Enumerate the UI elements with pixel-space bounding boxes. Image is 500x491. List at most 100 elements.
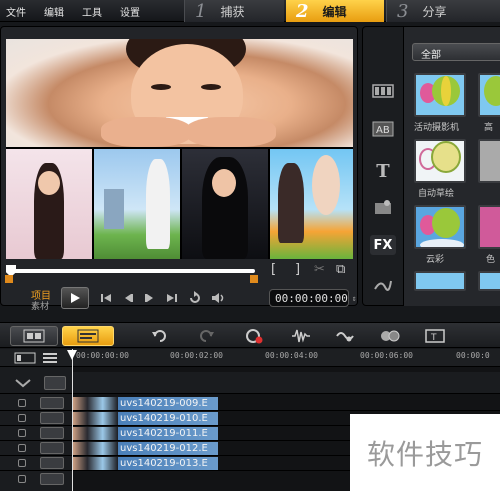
fx-item-3[interactable] xyxy=(414,139,466,183)
fx-item-2[interactable] xyxy=(478,73,500,117)
graphic-icon[interactable] xyxy=(370,197,396,217)
track-manager-icon[interactable] xyxy=(42,352,58,364)
next-frame-icon[interactable] xyxy=(141,289,159,307)
ruler-tick: 00:00:0 xyxy=(456,351,490,360)
track-visibility-icon[interactable] xyxy=(14,376,32,390)
lock-icon[interactable] xyxy=(18,459,26,467)
fx-item-4[interactable] xyxy=(478,139,500,183)
volume-icon[interactable] xyxy=(209,289,227,307)
scrub-bar[interactable] xyxy=(9,269,255,273)
title-icon[interactable]: T xyxy=(370,161,396,182)
fx-item-8[interactable] xyxy=(478,271,500,291)
timeline-clip[interactable]: uvs140219-011.E xyxy=(72,427,218,440)
lock-icon[interactable] xyxy=(18,399,26,407)
lock-icon[interactable] xyxy=(18,444,26,452)
go-to-end-icon[interactable] xyxy=(163,289,181,307)
clip-thumbnail xyxy=(72,442,118,455)
timeline-clip[interactable]: uvs140219-009.E xyxy=(72,397,218,410)
lock-icon[interactable] xyxy=(18,475,26,483)
timeline-clip[interactable]: uvs140219-010.E xyxy=(72,412,218,425)
preview-photo-2 xyxy=(94,149,180,259)
audio-mixer-icon[interactable] xyxy=(290,326,312,346)
fx-item-1[interactable] xyxy=(414,73,466,117)
redo-icon[interactable] xyxy=(198,326,216,346)
clip-name: uvs140219-011.E xyxy=(120,428,208,439)
fx-item-5[interactable] xyxy=(414,205,466,249)
record-capture-icon[interactable] xyxy=(244,326,266,346)
filter-fx-icon[interactable]: FX xyxy=(370,235,396,255)
step-share[interactable]: 3 分享 xyxy=(386,0,500,22)
video-track-icon xyxy=(44,376,66,390)
clip-name: uvs140219-009.E xyxy=(120,398,208,409)
undo-icon[interactable] xyxy=(150,326,168,346)
step-edit-label: 编辑 xyxy=(322,4,347,19)
top-bar: 文件 编辑 工具 设置 1 捕获 2 编辑 3 分享 xyxy=(0,0,500,22)
clip-name: uvs140219-013.E xyxy=(120,458,208,469)
track-row: uvs140219-009.E xyxy=(0,396,500,411)
step-capture-label: 捕获 xyxy=(220,4,245,19)
player-controls: [ ] ✂ ⧉ 项目 素材 00:00:00:00 ⇕ xyxy=(1,262,359,312)
timecode-field[interactable]: 00:00:00:00 ⇕ xyxy=(269,289,357,307)
auto-music-icon[interactable] xyxy=(334,326,356,346)
ruler-tick: 00:00:04:00 xyxy=(265,351,318,360)
menu-settings[interactable]: 设置 xyxy=(120,4,140,19)
previous-frame-icon[interactable] xyxy=(119,289,137,307)
balloon-cloud-icon xyxy=(420,208,464,247)
menu-tools[interactable]: 工具 xyxy=(82,4,102,19)
cut-icon[interactable]: ✂ xyxy=(314,262,325,277)
mark-in-button[interactable]: [ xyxy=(271,262,276,277)
ruler-tick: 00:00:06:00 xyxy=(360,351,413,360)
overlay-track-icon xyxy=(40,397,64,409)
clip-thumbnail xyxy=(72,412,118,425)
path-icon[interactable] xyxy=(370,275,396,295)
ruler-tick: 00:00:00:00 xyxy=(76,351,129,360)
video-editor-window: 文件 编辑 工具 设置 1 捕获 2 编辑 3 分享 [] ✂ ⧉ 项目 素材… xyxy=(0,0,500,491)
timeline-playhead[interactable] xyxy=(72,349,73,491)
storyboard-view-button[interactable] xyxy=(10,326,58,346)
menu-file[interactable]: 文件 xyxy=(6,4,26,19)
timeline-icon xyxy=(77,329,99,343)
effects-library: 全部 活动摄影机 高 自动草绘 云彩 色 xyxy=(404,26,500,306)
fx-item-7[interactable] xyxy=(414,271,466,291)
timecode-value: 00:00:00:00 xyxy=(275,291,348,305)
clip-thumbnail xyxy=(72,427,118,440)
library-filter-dropdown[interactable]: 全部 xyxy=(412,43,500,61)
overlay-track-icon xyxy=(40,412,64,424)
lock-icon[interactable] xyxy=(18,414,26,422)
timeline-clip[interactable]: uvs140219-013.E xyxy=(72,457,218,470)
library-category-bar: AB T FX xyxy=(362,26,404,306)
subtitle-editor-icon[interactable]: T xyxy=(424,326,446,346)
show-all-tracks-icon[interactable] xyxy=(14,352,36,364)
transition-icon[interactable]: AB xyxy=(370,119,396,139)
mark-in-marker[interactable] xyxy=(5,275,13,283)
mark-out-marker[interactable] xyxy=(250,275,258,283)
copy-icon[interactable]: ⧉ xyxy=(336,262,345,277)
fx-item-6[interactable] xyxy=(478,205,500,249)
timeline-view-button[interactable] xyxy=(62,326,114,346)
svg-text:T: T xyxy=(430,333,437,343)
menu-edit[interactable]: 编辑 xyxy=(44,4,64,19)
library-filter-value: 全部 xyxy=(421,50,441,61)
timeline-clip[interactable]: uvs140219-012.E xyxy=(72,442,218,455)
preview-panel: [ ] ✂ ⧉ 项目 素材 00:00:00:00 ⇕ xyxy=(0,26,359,312)
preview-photo-1 xyxy=(6,149,92,259)
overlay-track-icon xyxy=(40,442,64,454)
motion-tracking-icon[interactable] xyxy=(378,326,402,346)
fx-label-1: 活动摄影机 xyxy=(414,123,460,133)
fx-label-6: 色 xyxy=(486,255,496,265)
timecode-stepper-icon[interactable]: ⇕ xyxy=(352,294,357,303)
play-button[interactable] xyxy=(61,287,89,309)
lock-icon[interactable] xyxy=(18,429,26,437)
fx-label-3: 自动草绘 xyxy=(418,189,455,199)
clip-mode-label[interactable]: 素材 xyxy=(31,299,49,312)
step-edit[interactable]: 2 编辑 xyxy=(286,0,384,22)
mark-out-button[interactable]: ] xyxy=(295,262,300,277)
fx-label-2: 高 xyxy=(484,123,494,133)
go-to-start-icon[interactable] xyxy=(97,289,115,307)
repeat-icon[interactable] xyxy=(186,289,204,307)
timeline-toolbar: T xyxy=(0,322,500,348)
preview-screen xyxy=(6,39,353,259)
step-capture[interactable]: 1 捕获 xyxy=(184,0,284,22)
media-icon[interactable] xyxy=(370,81,396,101)
video-track-row xyxy=(0,372,500,394)
